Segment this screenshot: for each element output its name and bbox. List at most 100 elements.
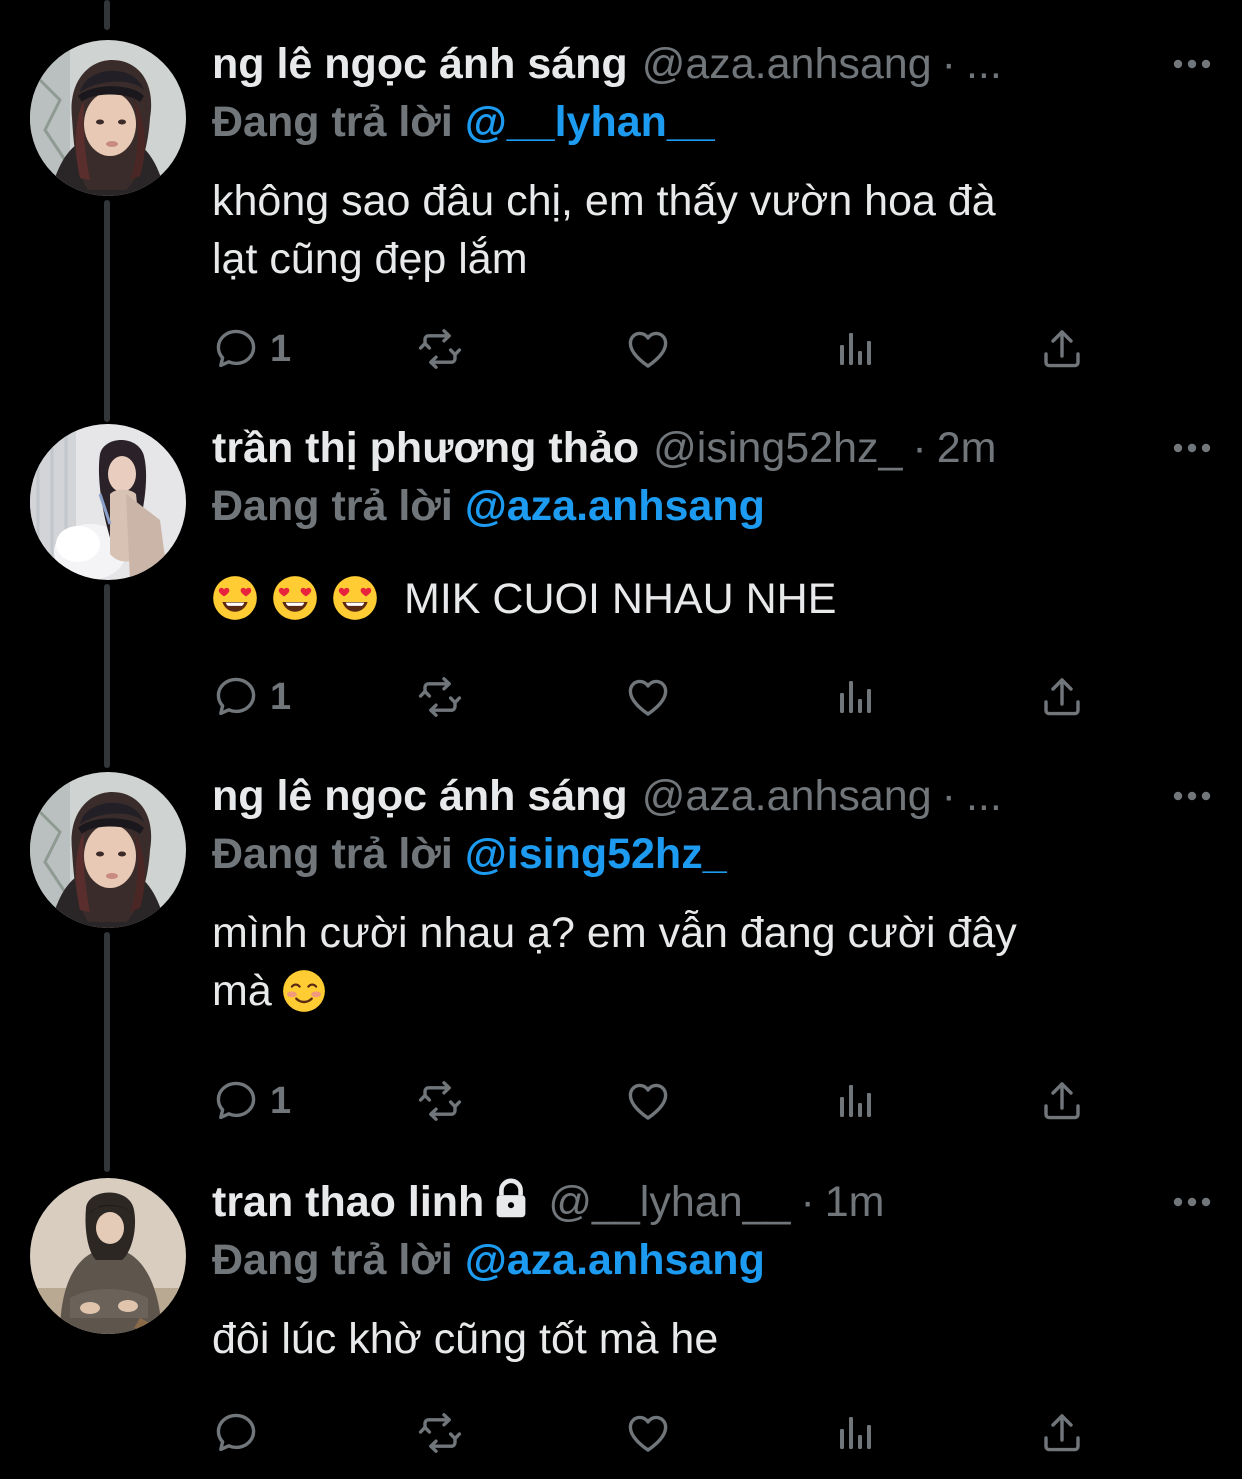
reply-label: Đang trả lời: [212, 98, 453, 146]
user-handle[interactable]: @ising52hz_: [653, 424, 902, 472]
reply-count: 1: [270, 675, 292, 718]
views-button[interactable]: [832, 1076, 880, 1126]
thread-line-1: [104, 200, 110, 422]
like-button[interactable]: [624, 672, 672, 722]
share-icon: [1038, 673, 1086, 721]
share-icon: [1038, 1409, 1086, 1457]
display-name[interactable]: ng lê ngọc ánh sáng: [212, 40, 628, 88]
action-bar: 1: [212, 1076, 1092, 1126]
avatar[interactable]: [30, 772, 186, 928]
like-button[interactable]: [624, 1408, 672, 1458]
timestamp[interactable]: ...: [966, 772, 1002, 820]
tweet-text: mình cười nhau ạ? em vẫn đang cười đây m…: [212, 904, 1172, 1020]
lock-icon: [496, 1178, 526, 1218]
reply-button[interactable]: 1: [212, 1076, 291, 1126]
reply-label: Đang trả lời: [212, 830, 453, 878]
like-icon: [624, 1077, 672, 1125]
separator-dot: ·: [941, 40, 956, 88]
replying-to: Đang trả lời @__lyhan__: [212, 92, 715, 152]
tweet-text: không sao đâu chị, em thấy vườn hoa đà l…: [212, 172, 1172, 288]
reply-label: Đang trả lời: [212, 1236, 453, 1284]
like-button[interactable]: [624, 1076, 672, 1126]
retweet-button[interactable]: [416, 1076, 464, 1126]
share-button[interactable]: [1038, 1408, 1086, 1458]
tweet-header: tran thao linh @__lyhan__ · 1m: [212, 1172, 1242, 1232]
reply-icon: [212, 1077, 260, 1125]
share-button[interactable]: [1038, 672, 1086, 722]
share-button[interactable]: [1038, 324, 1086, 374]
avatar-person-sitting-icon: [30, 1178, 186, 1334]
retweet-button[interactable]: [416, 1408, 464, 1458]
retweet-button[interactable]: [416, 324, 464, 374]
reply-mention-link[interactable]: @aza.anhsang: [465, 482, 765, 530]
tweet-text-line: mình cười nhau ạ? em vẫn đang cười đây: [212, 909, 1017, 957]
avatar[interactable]: [30, 424, 186, 580]
avatar[interactable]: [30, 40, 186, 196]
retweet-button[interactable]: [416, 672, 464, 722]
reply-count: 1: [270, 327, 292, 370]
replying-to: Đang trả lời @aza.anhsang: [212, 476, 765, 536]
like-button[interactable]: [624, 324, 672, 374]
reply-mention-link[interactable]: @__lyhan__: [465, 98, 715, 146]
reply-button[interactable]: [212, 1408, 260, 1458]
reply-mention-link[interactable]: @ising52hz_: [465, 830, 727, 878]
views-button[interactable]: [832, 324, 880, 374]
avatar-girl-helmet-icon: [30, 40, 186, 196]
thread-line-3: [104, 932, 110, 1172]
reply-button[interactable]: 1: [212, 324, 291, 374]
tweet-header: ng lê ngọc ánh sáng @aza.anhsang ·...: [212, 34, 1242, 94]
tweet-header: trần thị phương thảo @ising52hz_ · 2m: [212, 418, 1242, 478]
reply-button[interactable]: 1: [212, 672, 291, 722]
thread-line-top: [104, 0, 110, 30]
avatar-girl-light-icon: [30, 424, 186, 580]
separator-dot: ·: [912, 424, 927, 472]
smiling-blush-emoji-icon: [282, 969, 326, 1013]
retweet-icon: [416, 1077, 464, 1125]
like-icon: [624, 673, 672, 721]
display-name[interactable]: tran thao linh: [212, 1178, 484, 1226]
share-button[interactable]: [1038, 1076, 1086, 1126]
avatar-girl-helmet-icon: [30, 772, 186, 928]
views-button[interactable]: [832, 672, 880, 722]
tweet-text-line: MIK CUOI NHAU NHE: [404, 575, 837, 623]
reply-mention-link[interactable]: @aza.anhsang: [465, 1236, 765, 1284]
timestamp[interactable]: ...: [966, 40, 1002, 88]
like-icon: [624, 325, 672, 373]
timestamp[interactable]: 1m: [825, 1178, 885, 1226]
tweet-text-line: lạt cũng đẹp lắm: [212, 235, 528, 283]
replying-to: Đang trả lời @ising52hz_: [212, 824, 727, 884]
share-icon: [1038, 1077, 1086, 1125]
retweet-icon: [416, 325, 464, 373]
reply-label: Đang trả lời: [212, 482, 453, 530]
tweet-text-line: mà: [212, 967, 272, 1015]
more-options-icon[interactable]: [1172, 58, 1212, 70]
replying-to: Đang trả lời @aza.anhsang: [212, 1230, 765, 1290]
views-icon: [832, 1077, 880, 1125]
action-bar: [212, 1408, 1092, 1458]
separator-dot: ·: [800, 1178, 815, 1226]
heart-eyes-emoji-icon: [212, 575, 258, 621]
display-name[interactable]: ng lê ngọc ánh sáng: [212, 772, 628, 820]
avatar[interactable]: [30, 1178, 186, 1334]
more-options-icon[interactable]: [1172, 790, 1212, 802]
reply-icon: [212, 325, 260, 373]
tweet-text-line: không sao đâu chị, em thấy vườn hoa đà: [212, 177, 996, 225]
more-options-icon[interactable]: [1172, 442, 1212, 454]
more-options-icon[interactable]: [1172, 1196, 1212, 1208]
action-bar: 1: [212, 672, 1092, 722]
reply-count: 1: [270, 1079, 292, 1122]
heart-eyes-emoji-icon: [332, 575, 378, 621]
like-icon: [624, 1409, 672, 1457]
views-button[interactable]: [832, 1408, 880, 1458]
tweet-header: ng lê ngọc ánh sáng @aza.anhsang ·...: [212, 766, 1242, 826]
heart-eyes-emoji-icon: [272, 575, 318, 621]
views-icon: [832, 1409, 880, 1457]
share-icon: [1038, 325, 1086, 373]
reply-icon: [212, 673, 260, 721]
user-handle[interactable]: @aza.anhsang: [642, 40, 932, 88]
user-handle[interactable]: @__lyhan__: [548, 1178, 790, 1226]
user-handle[interactable]: @aza.anhsang: [642, 772, 932, 820]
display-name[interactable]: trần thị phương thảo: [212, 424, 639, 472]
timestamp[interactable]: 2m: [937, 424, 997, 472]
action-bar: 1: [212, 324, 1092, 374]
